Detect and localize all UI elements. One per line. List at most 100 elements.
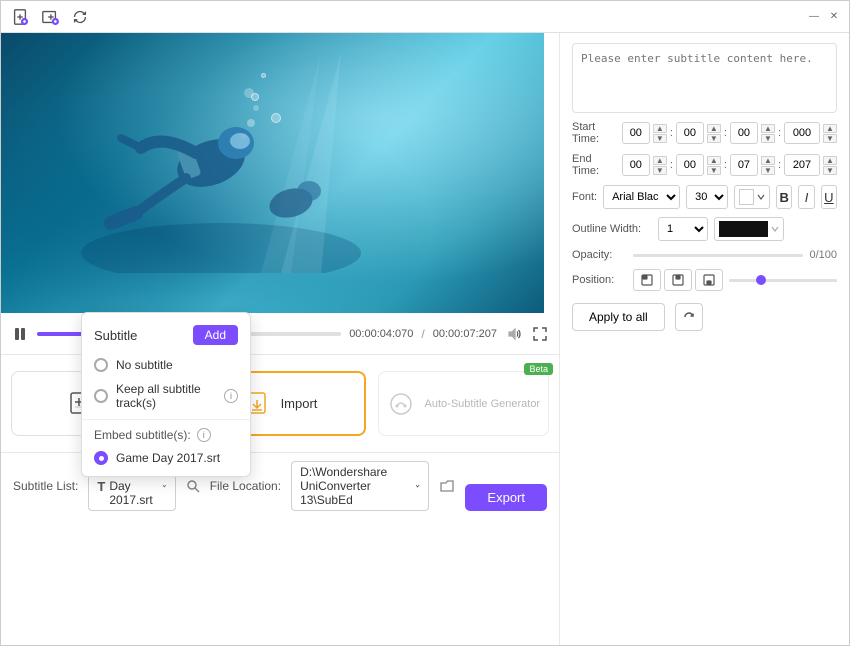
embed-info-icon[interactable]: i [197,428,211,442]
start-time-label: Start Time: [572,121,616,145]
opacity-label: Opacity: [572,249,627,261]
export-button[interactable]: Export [465,484,547,511]
new-tab-icon[interactable] [39,6,61,28]
end-hour-down[interactable]: ▼ [653,166,667,175]
right-panel: Start Time: ▲ ▼ : ▲ ▼ : [559,33,849,645]
end-ms-up[interactable]: ▲ [823,156,837,165]
close-button[interactable]: ✕ [827,10,841,24]
chevron-down-icon [162,481,167,491]
folder-button[interactable] [439,474,455,498]
italic-button[interactable]: I [798,185,814,209]
import-label: Import [281,396,318,411]
underline-button[interactable]: U [821,185,837,209]
start-time-row: Start Time: ▲ ▼ : ▲ ▼ : [572,121,837,145]
end-time-inputs: ▲ ▼ : ▲ ▼ : ▲ ▼ : [622,154,837,176]
start-ms[interactable] [784,122,820,144]
minimize-button[interactable]: — [807,10,821,24]
start-hour-spinner: ▲ ▼ [653,124,667,143]
start-sec-down[interactable]: ▼ [761,134,775,143]
refresh-icon[interactable] [69,6,91,28]
file-path: D:\Wondershare UniConverter 13\SubEd [300,465,411,507]
game-day-label: Game Day 2017.srt [116,451,220,465]
dropdown-divider [82,419,250,420]
start-second-spinner: ▲ ▼ [761,124,775,143]
keep-all-radio[interactable] [94,389,108,403]
font-family-select[interactable]: Arial Blac [603,185,680,209]
end-minute-spinner: ▲ ▼ [707,156,721,175]
volume-icon[interactable] [505,325,523,343]
keep-all-subtitle-option[interactable]: Keep all subtitle track(s) i [82,377,250,415]
no-subtitle-option[interactable]: No subtitle [82,353,250,377]
outline-row: Outline Width: 1 [572,217,837,241]
position-bottom-center[interactable] [695,269,723,291]
keep-all-info-icon[interactable]: i [224,389,238,403]
position-row: Position: [572,269,837,291]
start-sec-up[interactable]: ▲ [761,124,775,133]
position-top-center[interactable] [664,269,692,291]
start-min-down[interactable]: ▼ [707,134,721,143]
end-hour[interactable] [622,154,650,176]
no-subtitle-radio[interactable] [94,358,108,372]
opacity-slider[interactable] [633,254,803,257]
position-thumb [756,275,766,285]
font-color-box [739,189,754,205]
end-minute[interactable] [676,154,704,176]
bold-button[interactable]: B [776,185,792,209]
no-subtitle-label: No subtitle [116,358,173,372]
end-second-spinner: ▲ ▼ [761,156,775,175]
pause-button[interactable] [11,325,29,343]
start-ms-spinner: ▲ ▼ [823,124,837,143]
main-content: 00:00:04:070 / 00:00:07:207 [1,33,849,645]
end-sec-down[interactable]: ▼ [761,166,775,175]
time-display: 00:00:04:070 [349,328,413,340]
game-day-radio[interactable] [94,451,108,465]
outline-color-swatch[interactable] [714,217,784,241]
refresh-button[interactable] [675,303,703,331]
end-hour-up[interactable]: ▲ [653,156,667,165]
end-ms[interactable] [784,154,820,176]
position-label: Position: [572,274,627,286]
font-color-swatch[interactable] [734,185,770,209]
subtitle-textarea[interactable] [572,43,837,113]
start-minute[interactable] [676,122,704,144]
search-button[interactable] [186,474,200,498]
end-min-down[interactable]: ▼ [707,166,721,175]
start-ms-up[interactable]: ▲ [823,124,837,133]
dropdown-title: Subtitle [94,328,137,343]
time-total: 00:00:07:207 [433,328,497,340]
end-min-up[interactable]: ▲ [707,156,721,165]
start-min-up[interactable]: ▲ [707,124,721,133]
end-time-label: End Time: [572,153,616,177]
apply-all-button[interactable]: Apply to all [572,303,665,331]
position-buttons [633,269,723,291]
dropdown-header: Subtitle Add [82,321,250,353]
position-slider[interactable] [729,279,837,282]
diver-svg [81,53,361,273]
add-button[interactable]: Add [193,325,238,345]
end-ms-down[interactable]: ▼ [823,166,837,175]
apply-row: Apply to all [572,303,837,331]
file-location-select[interactable]: D:\Wondershare UniConverter 13\SubEd [291,461,429,511]
embed-label: Embed subtitle(s): [94,428,191,442]
start-hour[interactable] [622,122,650,144]
start-hour-down[interactable]: ▼ [653,134,667,143]
end-second[interactable] [730,154,758,176]
outline-color-dropdown-icon [771,225,779,233]
fullscreen-icon[interactable] [531,325,549,343]
auto-subtitle-btn-wrapper: Auto-Subtitle Generator Beta [378,371,549,436]
left-panel: 00:00:04:070 / 00:00:07:207 [1,33,559,645]
auto-subtitle-button[interactable]: Auto-Subtitle Generator [378,371,549,436]
position-top-left[interactable] [633,269,661,291]
start-hour-up[interactable]: ▲ [653,124,667,133]
font-size-select[interactable]: 30 [686,185,728,209]
new-file-icon[interactable] [9,6,31,28]
outline-width-select[interactable]: 1 [658,217,708,241]
t-icon: T [97,479,105,494]
game-day-item[interactable]: Game Day 2017.srt [82,446,250,470]
start-ms-down[interactable]: ▼ [823,134,837,143]
start-second[interactable] [730,122,758,144]
color-dropdown-icon [757,193,765,201]
title-bar-left [9,6,91,28]
embed-label-row: Embed subtitle(s): i [82,424,250,446]
end-sec-up[interactable]: ▲ [761,156,775,165]
